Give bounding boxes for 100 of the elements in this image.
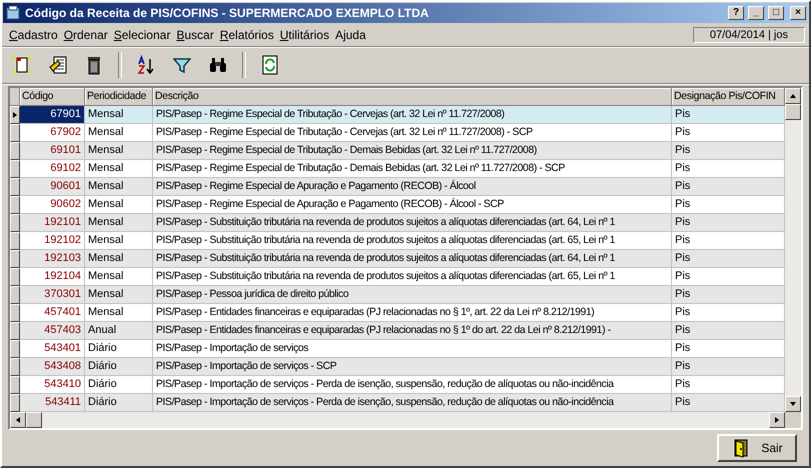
row-indicator[interactable] <box>10 322 20 340</box>
menu-item[interactable]: Utilitários <box>276 26 332 44</box>
row-indicator[interactable] <box>10 358 20 376</box>
refresh-document-icon <box>261 55 279 75</box>
table-row[interactable]: 192102 Mensal PIS/Pasep - Substituição tributária na revenda de produtos sujeitos a alíquotas diferenciadas (art. 65, Lei nº 1 Pis <box>10 232 785 250</box>
scroll-right-button[interactable] <box>769 412 785 428</box>
table-cell: Mensal <box>85 106 153 124</box>
window-control-button[interactable]: _ <box>748 6 764 20</box>
row-indicator[interactable] <box>10 142 20 160</box>
table-row[interactable]: 90601 Mensal PIS/Pasep - Regime Especial de Apuração e Pagamento (RECOB) - Álcool Pis <box>10 178 785 196</box>
scroll-left-button[interactable] <box>10 412 26 428</box>
row-indicator[interactable] <box>10 394 20 412</box>
table-cell: Mensal <box>85 250 153 268</box>
table-cell: Pis <box>672 196 785 214</box>
scroll-down-button[interactable] <box>785 396 801 412</box>
column-header[interactable]: Designação Pis/COFIN <box>672 88 785 106</box>
table-row[interactable]: 457403 Anual PIS/Pasep - Entidades financeiras e equiparadas (PJ relacionadas no § 1º do art. 22 da Lei nº 8.212/1991) - Pis <box>10 322 785 340</box>
row-indicator[interactable] <box>10 196 20 214</box>
row-indicator[interactable] <box>10 160 20 178</box>
table-cell: Pis <box>672 178 785 196</box>
table-cell: 192102 <box>20 232 85 250</box>
window-control-button[interactable]: □ <box>768 6 784 20</box>
table-cell: PIS/Pasep - Regime Especial de Apuração e Pagamento (RECOB) - Álcool <box>153 178 672 196</box>
table-row[interactable]: 69101 Mensal PIS/Pasep - Regime Especial de Tributação - Demais Bebidas (art. 32 Lei nº 11.727/2008) Pis <box>10 142 785 160</box>
table-row[interactable]: 67902 Mensal PIS/Pasep - Regime Especial de Tributação - Cervejas (art. 32 Lei nº 11.727/2008) - SCP Pis <box>10 124 785 142</box>
exit-button[interactable]: Sair <box>717 434 797 462</box>
row-indicator[interactable] <box>10 106 20 124</box>
row-indicator[interactable] <box>10 376 20 394</box>
scrollbar-thumb[interactable] <box>785 104 801 120</box>
row-indicator[interactable] <box>10 232 20 250</box>
table-cell: Pis <box>672 214 785 232</box>
row-indicator[interactable] <box>10 286 20 304</box>
row-indicator[interactable] <box>10 250 20 268</box>
scrollbar-thumb[interactable] <box>26 412 42 428</box>
table-cell: Pis <box>672 160 785 178</box>
filter-icon <box>173 56 191 74</box>
table-cell: Pis <box>672 286 785 304</box>
table-cell: 543411 <box>20 394 85 412</box>
trash-icon <box>86 55 102 75</box>
table-cell: PIS/Pasep - Regime Especial de Tributação - Demais Bebidas (art. 32 Lei nº 11.727/2008) <box>153 142 672 160</box>
table-row[interactable]: 67901 Mensal PIS/Pasep - Regime Especial de Tributação - Cervejas (art. 32 Lei nº 11.727/2008) Pis <box>10 106 785 124</box>
new-document-icon <box>12 55 32 75</box>
table-cell: PIS/Pasep - Importação de serviços - Perda de isenção, suspensão, redução de alíquotas ou não-incidência <box>153 376 672 394</box>
row-indicator[interactable] <box>10 124 20 142</box>
table-cell: 370301 <box>20 286 85 304</box>
table-cell: 457401 <box>20 304 85 322</box>
menu-item[interactable]: Relatórios <box>216 26 277 44</box>
menu-item[interactable]: Selecionar <box>110 26 174 44</box>
row-indicator[interactable] <box>10 178 20 196</box>
table-cell: Pis <box>672 142 785 160</box>
window-control-button[interactable]: × <box>790 6 806 20</box>
table-row[interactable]: 370301 Mensal PIS/Pasep - Pessoa jurídica de direito público Pis <box>10 286 785 304</box>
table-cell: PIS/Pasep - Pessoa jurídica de direito público <box>153 286 672 304</box>
menu-item[interactable]: Ajuda <box>332 26 369 44</box>
table-cell: Mensal <box>85 268 153 286</box>
row-indicator[interactable] <box>10 304 20 322</box>
table-row[interactable]: 457401 Mensal PIS/Pasep - Entidades financeiras e equiparadas (PJ relacionadas no § 1º, art. 22 da Lei nº 8.212/1991) Pis <box>10 304 785 322</box>
table-cell: PIS/Pasep - Importação de serviços - Perda de isenção, suspensão, redução de alíquotas ou não-incidência <box>153 394 672 412</box>
table-cell: 543410 <box>20 376 85 394</box>
table-cell: PIS/Pasep - Regime Especial de Tributação - Cervejas (art. 32 Lei nº 11.727/2008) - SCP <box>153 124 672 142</box>
table-cell: Mensal <box>85 178 153 196</box>
column-header[interactable]: Periodicidade <box>85 88 153 106</box>
table-row[interactable]: 192101 Mensal PIS/Pasep - Substituição tributária na revenda de produtos sujeitos a alíquotas diferenciadas (art. 64, Lei nº 1 Pis <box>10 214 785 232</box>
table-cell: PIS/Pasep - Substituição tributária na revenda de produtos sujeitos a alíquotas diferenciadas (art. 64, Lei nº 1 <box>153 214 672 232</box>
table-row[interactable]: 69102 Mensal PIS/Pasep - Regime Especial de Tributação - Demais Bebidas (art. 32 Lei nº 11.727/2008) - SCP Pis <box>10 160 785 178</box>
table-cell: Pis <box>672 376 785 394</box>
horizontal-scrollbar[interactable] <box>10 412 785 428</box>
row-indicator[interactable] <box>10 268 20 286</box>
menu-item[interactable]: Ordenar <box>60 26 111 44</box>
table-cell: 457403 <box>20 322 85 340</box>
table-cell: PIS/Pasep - Regime Especial de Tributação - Demais Bebidas (art. 32 Lei nº 11.727/2008) - SCP <box>153 160 672 178</box>
table-row[interactable]: 90602 Mensal PIS/Pasep - Regime Especial de Apuração e Pagamento (RECOB) - Álcool - SCP Pis <box>10 196 785 214</box>
table-row[interactable]: 543411 Diário PIS/Pasep - Importação de serviços - Perda de isenção, suspensão, redução de alíquotas ou não-incidência Pis <box>10 394 785 412</box>
table-cell: PIS/Pasep - Regime Especial de Apuração e Pagamento (RECOB) - Álcool - SCP <box>153 196 672 214</box>
table-cell: Pis <box>672 124 785 142</box>
window-control-button[interactable]: ? <box>728 6 744 20</box>
column-header[interactable]: Descrição <box>153 88 672 106</box>
vertical-scrollbar[interactable] <box>785 88 801 428</box>
table-cell: PIS/Pasep - Importação de serviços <box>153 340 672 358</box>
date-user-status: 07/04/2014 | jos <box>693 27 805 43</box>
column-header[interactable]: Código <box>20 88 85 106</box>
table-cell: Diário <box>85 376 153 394</box>
table-cell: Anual <box>85 322 153 340</box>
app-icon <box>5 5 21 21</box>
table-cell: Mensal <box>85 196 153 214</box>
up-arrow-icon <box>789 92 797 100</box>
row-indicator[interactable] <box>10 214 20 232</box>
row-indicator[interactable] <box>10 340 20 358</box>
table-cell: PIS/Pasep - Substituição tributária na revenda de produtos sujeitos a alíquotas diferenciadas (art. 65, Lei nº 1 <box>153 232 672 250</box>
table-row[interactable]: 192104 Mensal PIS/Pasep - Substituição tributária na revenda de produtos sujeitos a alíquotas diferenciadas (art. 65, Lei nº 1 Pis <box>10 268 785 286</box>
menu-item[interactable]: Buscar <box>173 26 217 44</box>
scroll-up-button[interactable] <box>785 88 801 104</box>
table-row[interactable]: 543408 Diário PIS/Pasep - Importação de serviços - SCP Pis <box>10 358 785 376</box>
table-row[interactable]: 543410 Diário PIS/Pasep - Importação de serviços - Perda de isenção, suspensão, redução de alíquotas ou não-incidência Pis <box>10 376 785 394</box>
table-row[interactable]: 192103 Mensal PIS/Pasep - Substituição tributária na revenda de produtos sujeitos a alíquotas diferenciadas (art. 64, Lei nº 1 Pis <box>10 250 785 268</box>
menu-item[interactable]: Cadastro <box>6 26 61 44</box>
table-cell: 192104 <box>20 268 85 286</box>
table-row[interactable]: 543401 Diário PIS/Pasep - Importação de serviços Pis <box>10 340 785 358</box>
current-row-icon <box>11 111 19 119</box>
table-cell: PIS/Pasep - Substituição tributária na revenda de produtos sujeitos a alíquotas diferenciadas (art. 64, Lei nº 1 <box>153 250 672 268</box>
